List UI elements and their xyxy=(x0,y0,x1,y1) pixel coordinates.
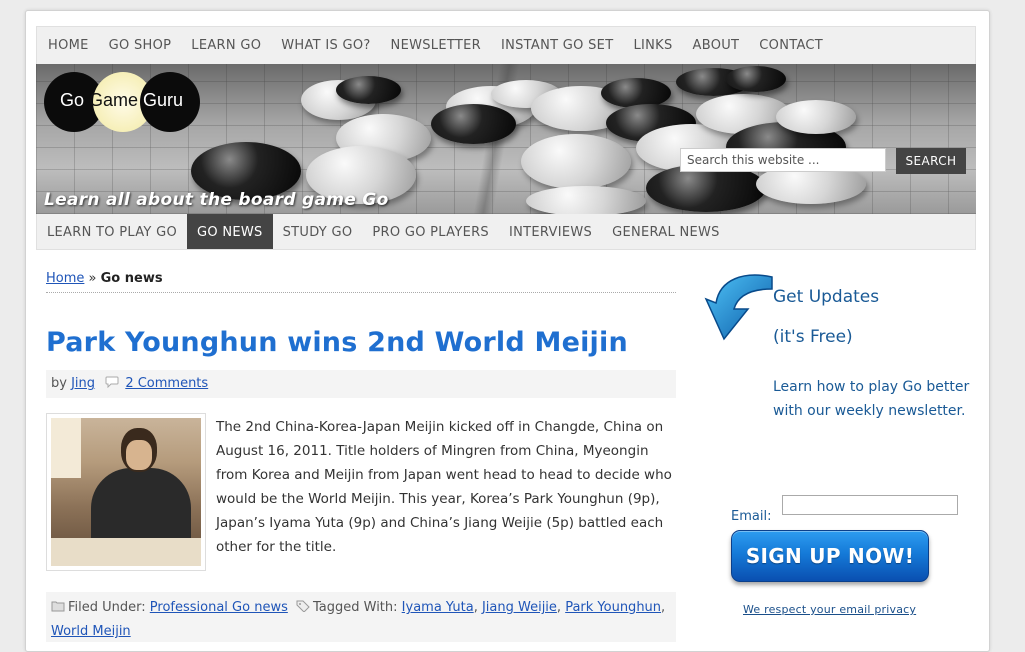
comments-link[interactable]: 2 Comments xyxy=(125,376,208,391)
search-button[interactable]: SEARCH xyxy=(896,148,966,174)
email-label: Email: xyxy=(731,509,772,524)
sidebar-subheading: (it's Free) xyxy=(773,327,853,347)
search-input[interactable] xyxy=(680,148,886,172)
byline-by: by xyxy=(51,376,67,391)
logo-text: Go Game Guru xyxy=(60,90,183,111)
nav-contact[interactable]: CONTACT xyxy=(749,27,833,65)
post-photo[interactable] xyxy=(46,413,206,571)
sign-up-button[interactable]: SIGN UP NOW! xyxy=(731,530,929,582)
logo-text-part: Guru xyxy=(138,90,184,110)
breadcrumb-separator: » xyxy=(88,271,97,286)
header-banner: Go Game Guru Learn all about the board g… xyxy=(36,64,976,214)
privacy-link[interactable]: We respect your email privacy xyxy=(743,603,916,616)
nav-pro-go-players[interactable]: PRO GO PLAYERS xyxy=(362,214,499,249)
breadcrumb-home-link[interactable]: Home xyxy=(46,271,84,286)
site-logo[interactable]: Go Game Guru xyxy=(44,72,204,134)
post-byline: by Jing 2 Comments xyxy=(46,370,676,398)
tag-link[interactable]: World Meijin xyxy=(51,624,131,639)
page-container: HOME GO SHOP LEARN GO WHAT IS GO? NEWSLE… xyxy=(25,10,990,652)
tagged-with-label: Tagged With: xyxy=(312,600,398,615)
tag-link[interactable]: Park Younghun xyxy=(565,600,661,615)
black-stone xyxy=(726,66,786,92)
logo-text-part: Game xyxy=(89,90,139,110)
category-link[interactable]: Professional Go news xyxy=(150,600,288,615)
black-stone xyxy=(431,104,516,144)
photo-table xyxy=(51,538,201,566)
black-stone xyxy=(336,76,401,104)
white-stone xyxy=(776,100,856,134)
white-stone xyxy=(521,134,631,189)
post-title[interactable]: Park Younghun wins 2nd World Meijin xyxy=(46,327,628,358)
nav-interviews[interactable]: INTERVIEWS xyxy=(499,214,602,249)
site-tagline: Learn all about the board game Go xyxy=(44,190,389,210)
nav-learn-to-play-go[interactable]: LEARN TO PLAY GO xyxy=(37,214,187,249)
breadcrumb-current: Go news xyxy=(100,271,163,286)
nav-general-news[interactable]: GENERAL NEWS xyxy=(602,214,730,249)
sidebar-description: Learn how to play Go better with our wee… xyxy=(773,379,970,419)
nav-learn-go[interactable]: LEARN GO xyxy=(181,27,271,65)
nav-what-is-go[interactable]: WHAT IS GO? xyxy=(271,27,380,65)
player-photo xyxy=(51,418,201,566)
nav-links[interactable]: LINKS xyxy=(623,27,682,65)
email-field[interactable] xyxy=(782,495,958,515)
photo-figure-face xyxy=(126,440,152,470)
nav-go-shop[interactable]: GO SHOP xyxy=(99,27,182,65)
tag-link[interactable]: Jiang Weijie xyxy=(482,600,557,615)
folder-icon xyxy=(51,601,65,612)
nav-about[interactable]: ABOUT xyxy=(683,27,750,65)
nav-go-news[interactable]: GO NEWS xyxy=(187,214,273,249)
nav-home[interactable]: HOME xyxy=(37,27,99,65)
category-nav: LEARN TO PLAY GO GO NEWS STUDY GO PRO GO… xyxy=(36,214,976,250)
breadcrumb: Home » Go news xyxy=(46,271,676,293)
post-meta: Filed Under: Professional Go news Tagged… xyxy=(46,592,676,642)
comment-icon xyxy=(105,376,119,388)
top-nav: HOME GO SHOP LEARN GO WHAT IS GO? NEWSLE… xyxy=(36,26,976,66)
white-stone xyxy=(526,186,646,214)
curved-arrow-icon xyxy=(704,274,773,341)
nav-newsletter[interactable]: NEWSLETTER xyxy=(381,27,491,65)
nav-instant-go-set[interactable]: INSTANT GO SET xyxy=(491,27,623,65)
filed-under-label: Filed Under: xyxy=(68,600,146,615)
post-body: The 2nd China-Korea-Japan Meijin kicked … xyxy=(216,419,672,555)
photo-background xyxy=(51,418,81,478)
author-link[interactable]: Jing xyxy=(71,376,95,391)
logo-text-part: Go xyxy=(60,90,90,110)
tag-link[interactable]: Iyama Yuta xyxy=(402,600,474,615)
tag-icon xyxy=(296,600,310,612)
sidebar-heading: Get Updates xyxy=(773,287,880,307)
nav-study-go[interactable]: STUDY GO xyxy=(273,214,363,249)
